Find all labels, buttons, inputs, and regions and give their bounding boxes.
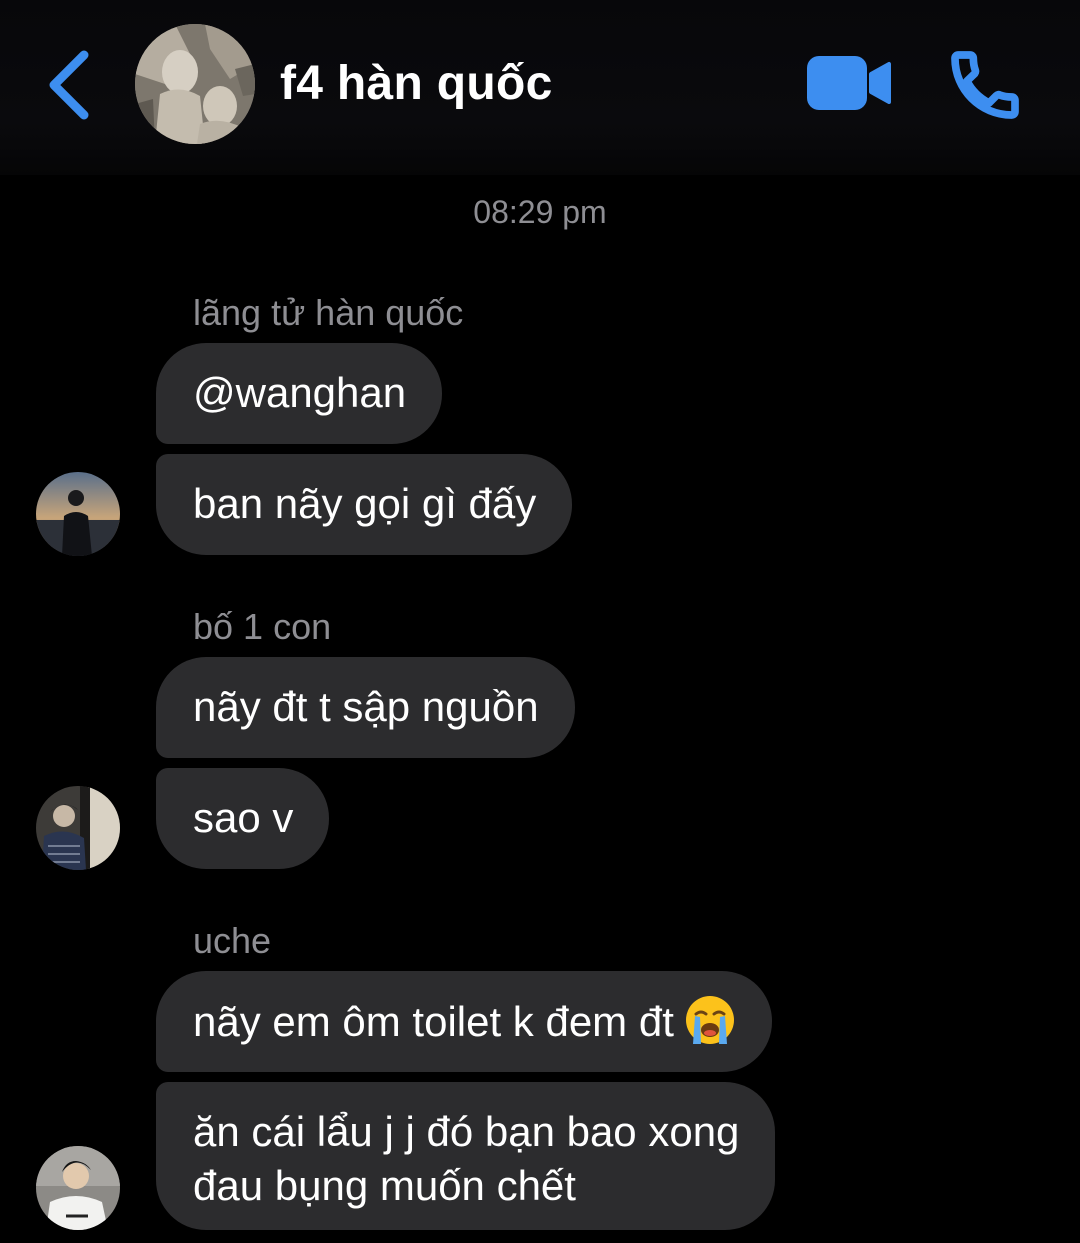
chat-title: f4 hàn quốc — [280, 57, 553, 110]
group-avatar[interactable] — [135, 24, 255, 144]
sender-name: bố 1 con — [193, 606, 332, 647]
avatar-photo-image — [36, 786, 120, 870]
phone-icon — [951, 51, 1019, 119]
sender-avatar[interactable] — [36, 786, 120, 870]
loudly-crying-face-emoji — [684, 994, 736, 1046]
avatar-photo-image — [36, 1146, 120, 1230]
sender-name: uche — [193, 920, 272, 961]
avatar-photo-image — [36, 472, 120, 556]
video-camera-icon — [807, 56, 891, 110]
chevron-left-icon — [49, 50, 89, 120]
message-text-line: ăn cái lẩu j j đó bạn bao xong — [193, 1108, 740, 1155]
message-text: ban nãy gọi gì đấy — [193, 480, 537, 527]
message-text: nãy em ôm toilet k đem đt — [193, 998, 674, 1045]
message-text: sao v — [193, 794, 294, 841]
message-bubble[interactable]: nãy đt t sập nguồn — [156, 657, 575, 758]
audio-call-button[interactable] — [945, 45, 1025, 125]
chat-header: f4 hàn quốc — [0, 0, 1080, 175]
message-bubble[interactable]: nãy em ôm toilet k đem đt — [156, 971, 772, 1072]
message-timestamp: 08:29 pm — [473, 194, 607, 230]
message-bubble[interactable]: ăn cái lẩu j j đó bạn bao xong đau bụng … — [156, 1082, 776, 1230]
message-bubble[interactable]: sao v — [156, 768, 330, 869]
sender-avatar[interactable] — [36, 1146, 120, 1230]
sender-avatar[interactable] — [36, 472, 120, 556]
message-text: @wanghan — [193, 369, 407, 416]
message-text: nãy đt t sập nguồn — [193, 683, 539, 730]
video-call-button[interactable] — [805, 52, 895, 116]
back-button[interactable] — [40, 45, 100, 125]
sender-name: lãng tử hàn quốc — [193, 292, 464, 333]
group-photo-image — [135, 24, 255, 144]
message-text-line: đau bụng muốn chết — [193, 1162, 576, 1209]
message-bubble[interactable]: @wanghan — [156, 343, 443, 444]
message-bubble[interactable]: ban nãy gọi gì đấy — [156, 454, 573, 555]
